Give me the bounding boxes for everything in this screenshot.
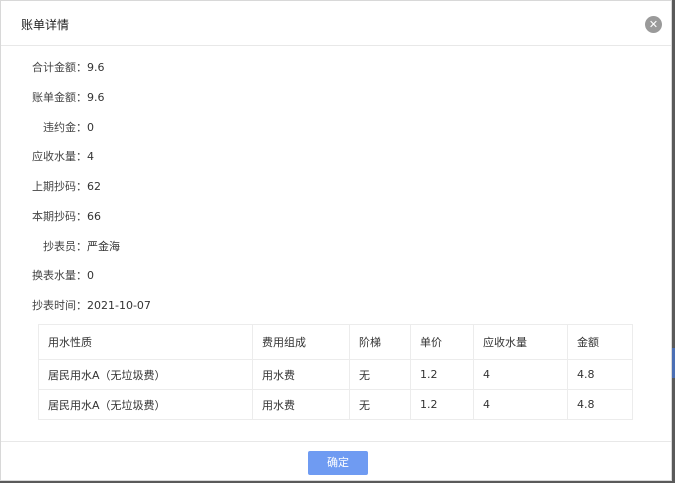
column-header: 费用组成	[252, 324, 350, 360]
close-icon[interactable]: ✕	[645, 16, 662, 33]
field-label: 账单金额：	[32, 91, 87, 104]
field-value: 严金海	[87, 240, 120, 253]
table-cell: 无	[349, 359, 411, 390]
table-cell: 居民用水A（无垃圾费）	[38, 389, 253, 420]
field-label: 应收水量：	[32, 150, 87, 163]
table-cell: 无	[349, 389, 411, 420]
field-label: 换表水量：	[32, 269, 87, 282]
table-header-row: 用水性质 费用组成 阶梯 单价 应收水量 金额	[38, 324, 633, 360]
field-penalty: 违约金：0	[1, 119, 94, 137]
dialog-footer: 确定	[1, 441, 671, 482]
table-cell: 4.8	[567, 359, 633, 390]
column-header: 应收水量	[473, 324, 568, 360]
table-row: 居民用水A（无垃圾费） 用水费 无 1.2 4 4.8	[38, 389, 633, 420]
confirm-button[interactable]: 确定	[308, 451, 368, 475]
field-value: 0	[87, 269, 94, 282]
fee-detail-table: 用水性质 费用组成 阶梯 单价 应收水量 金额 居民用水A（无垃圾费） 用水费 …	[38, 324, 633, 420]
table-cell: 4	[473, 389, 568, 420]
table-cell: 4	[473, 359, 568, 390]
field-label: 本期抄码：	[32, 210, 87, 223]
field-bill-amount: 账单金额：9.6	[1, 89, 105, 107]
field-label: 上期抄码：	[32, 180, 87, 193]
field-meter-reader: 抄表员：严金海	[1, 238, 120, 256]
field-label: 合计金额：	[32, 61, 87, 74]
column-header: 单价	[410, 324, 474, 360]
field-meter-change-water: 换表水量：0	[1, 267, 94, 285]
field-value: 9.6	[87, 91, 105, 104]
field-value: 62	[87, 180, 101, 193]
field-receivable-water: 应收水量：4	[1, 148, 94, 166]
bill-detail-dialog: 账单详情 ✕ 合计金额：9.6 账单金额：9.6 违约金：0 应收水量：4 上期…	[0, 0, 672, 481]
field-value: 0	[87, 121, 94, 134]
field-reading-time: 抄表时间：2021-10-07	[1, 297, 151, 315]
table-cell: 4.8	[567, 389, 633, 420]
table-cell: 居民用水A（无垃圾费）	[38, 359, 253, 390]
table-cell: 1.2	[410, 389, 474, 420]
column-header: 金额	[567, 324, 633, 360]
field-label: 抄表员：	[43, 240, 87, 253]
column-header: 用水性质	[38, 324, 253, 360]
field-label: 违约金：	[43, 121, 87, 134]
field-label: 抄表时间：	[32, 299, 87, 312]
field-value: 4	[87, 150, 94, 163]
table-cell: 1.2	[410, 359, 474, 390]
table-row: 居民用水A（无垃圾费） 用水费 无 1.2 4 4.8	[38, 359, 633, 390]
table-cell: 用水费	[252, 359, 350, 390]
field-current-reading: 本期抄码：66	[1, 208, 101, 226]
field-value: 2021-10-07	[87, 299, 151, 312]
field-value: 66	[87, 210, 101, 223]
column-header: 阶梯	[349, 324, 411, 360]
dialog-title: 账单详情	[21, 18, 70, 32]
dialog-header: 账单详情 ✕	[1, 1, 671, 46]
field-total-amount: 合计金额：9.6	[1, 59, 105, 77]
table-cell: 用水费	[252, 389, 350, 420]
field-previous-reading: 上期抄码：62	[1, 178, 101, 196]
field-value: 9.6	[87, 61, 105, 74]
